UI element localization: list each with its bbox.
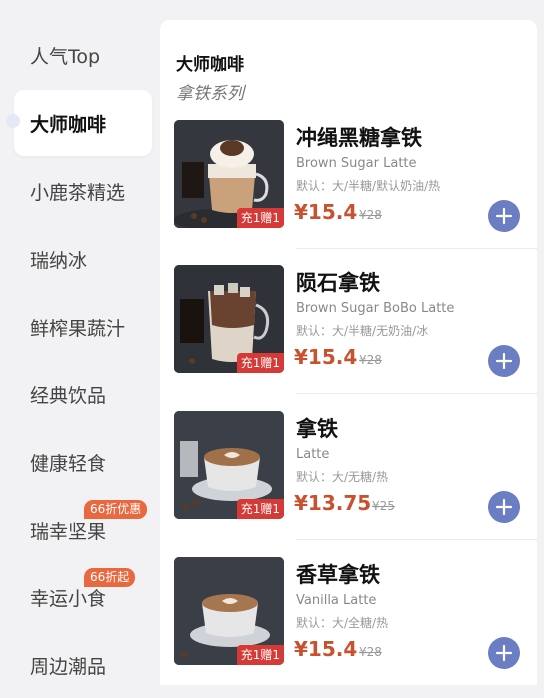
vanilla-latte-image: 充1赠1 <box>174 557 284 665</box>
category-title: 大师咖啡 <box>176 55 244 75</box>
divider <box>296 393 538 394</box>
plus-icon <box>495 352 513 370</box>
latte-art-image: 充1赠1 <box>174 411 284 519</box>
product-english-name: Vanilla Latte <box>296 593 377 608</box>
product-name: 拿铁 <box>296 417 338 441</box>
sidebar-item-label: 健康轻食 <box>30 452 107 475</box>
product-name: 冲绳黑糖拿铁 <box>296 126 422 150</box>
product-card[interactable]: 充1赠1 陨石拿铁 Brown Sugar BoBo Latte 默认：大/半糖… <box>174 265 524 395</box>
sidebar-item-label: 人气Top <box>30 45 101 68</box>
plus-icon <box>495 207 513 225</box>
sidebar-item-merch[interactable]: 周边潮品 <box>14 632 152 698</box>
promo-tag: 充1赠1 <box>236 499 284 519</box>
product-price: ¥13.75 <box>294 491 372 515</box>
plus-icon <box>495 498 513 516</box>
product-original-price: ¥28 <box>359 353 382 367</box>
sidebar-item-master-coffee[interactable]: 大师咖啡 <box>6 90 152 156</box>
sidebar-item-label: 瑞纳冰 <box>30 249 88 272</box>
sidebar-item-classic-drinks[interactable]: 经典饮品 <box>14 361 152 427</box>
product-card[interactable]: 充1赠1 冲绳黑糖拿铁 Brown Sugar Latte 默认：大/半糖/默认… <box>174 120 524 250</box>
add-to-cart-button[interactable] <box>488 200 520 232</box>
plus-icon <box>495 644 513 662</box>
product-original-price: ¥25 <box>372 499 395 513</box>
divider <box>296 539 538 540</box>
product-price: ¥15.4 <box>294 345 358 369</box>
promo-tag: 充1赠1 <box>236 353 284 373</box>
whipped-latte-image: 充1赠1 <box>174 120 284 228</box>
product-original-price: ¥28 <box>359 645 382 659</box>
product-default-options: 默认：大/半糖/无奶油/冰 <box>296 324 429 338</box>
product-price: ¥15.4 <box>294 200 358 224</box>
sidebar-item-label: 幸运小食 <box>30 587 107 610</box>
product-english-name: Latte <box>296 447 330 462</box>
sidebar-item-tea[interactable]: 小鹿茶精选 <box>14 158 152 224</box>
product-card[interactable]: 充1赠1 拿铁 Latte 默认：大/无糖/热 ¥13.75 ¥25 <box>174 411 524 541</box>
divider <box>296 248 538 249</box>
add-to-cart-button[interactable] <box>488 637 520 669</box>
product-english-name: Brown Sugar Latte <box>296 156 417 171</box>
product-english-name: Brown Sugar BoBo Latte <box>296 301 455 316</box>
product-name: 香草拿铁 <box>296 563 380 587</box>
sidebar-item-label: 经典饮品 <box>30 384 107 407</box>
product-default-options: 默认：大/无糖/热 <box>296 470 389 484</box>
discount-badge: 66折起 <box>84 568 136 587</box>
sidebar-item-juice[interactable]: 鲜榨果蔬汁 <box>14 294 152 360</box>
add-to-cart-button[interactable] <box>488 491 520 523</box>
sidebar-item-label: 瑞幸坚果 <box>30 520 107 543</box>
product-default-options: 默认：大/全糖/热 <box>296 616 389 630</box>
product-price: ¥15.4 <box>294 637 358 661</box>
sidebar-item-light-food[interactable]: 健康轻食 <box>14 429 152 495</box>
sidebar-item-ice-drinks[interactable]: 瑞纳冰 <box>14 226 152 292</box>
sidebar-item-label: 大师咖啡 <box>30 113 107 136</box>
category-subtitle: 拿铁系列 <box>176 84 244 104</box>
sidebar-item-label: 周边潮品 <box>30 655 107 678</box>
product-default-options: 默认：大/半糖/默认奶油/热 <box>296 179 441 193</box>
product-original-price: ¥28 <box>359 208 382 222</box>
discount-badge: 66折优惠 <box>84 500 148 519</box>
product-panel: 大师咖啡 拿铁系列 充1赠1 冲绳黑糖拿铁 Brown Sugar Latte … <box>160 20 538 687</box>
product-card[interactable]: 充1赠1 香草拿铁 Vanilla Latte 默认：大/全糖/热 ¥15.4 … <box>174 557 524 687</box>
promo-tag: 充1赠1 <box>236 645 284 665</box>
category-sidebar: 人气Top 大师咖啡 小鹿茶精选 瑞纳冰 鲜榨果蔬汁 经典饮品 健康轻食 瑞幸坚… <box>0 0 160 685</box>
add-to-cart-button[interactable] <box>488 345 520 377</box>
sidebar-item-label: 小鹿茶精选 <box>30 181 126 204</box>
product-name: 陨石拿铁 <box>296 271 380 295</box>
sidebar-item-popular-top[interactable]: 人气Top <box>14 22 152 88</box>
iced-latte-image: 充1赠1 <box>174 265 284 373</box>
sidebar-item-label: 鲜榨果蔬汁 <box>30 317 126 340</box>
promo-tag: 充1赠1 <box>236 208 284 228</box>
